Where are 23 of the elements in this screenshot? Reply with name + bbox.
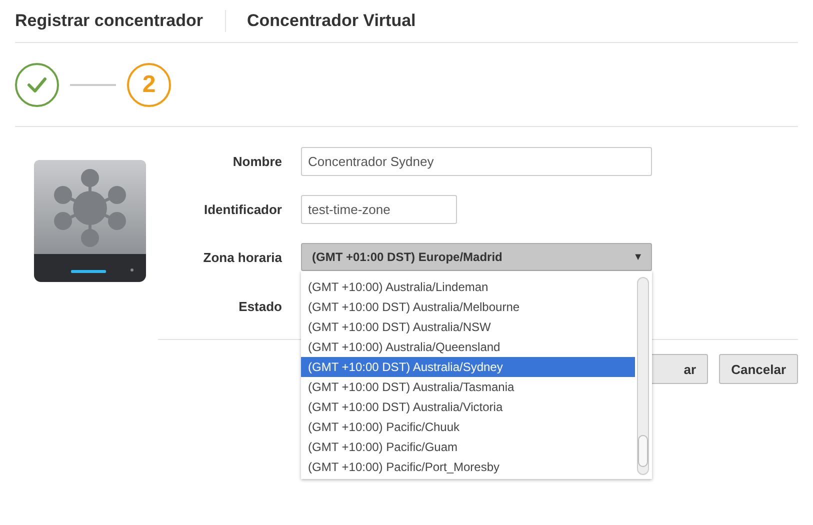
network-drive-icon [33, 160, 147, 282]
dropdown-option[interactable]: (GMT +10:00) Australia/Queensland [301, 337, 635, 357]
dropdown-option[interactable]: (GMT +10:00) Pacific/Guam [301, 437, 635, 457]
step-number: 2 [127, 62, 171, 106]
field-label: Identificador [202, 202, 282, 217]
cancel-button[interactable]: Cancelar [719, 354, 798, 384]
page-title: Registrar concentrador [15, 10, 226, 32]
dropdown-option[interactable]: (GMT +10:00 DST) Australia/NSW [301, 317, 635, 337]
dropdown-option[interactable]: (GMT +10:00) Pacific/Chuuk [301, 417, 635, 437]
dropdown-option[interactable]: (GMT +10:00) Pacific/Port_Moresby [301, 457, 635, 477]
field-label: Nombre [232, 154, 282, 169]
scrollbar[interactable] [637, 277, 649, 475]
dropdown-option[interactable]: (GMT +10:00 DST) Australia/Victoria [301, 397, 635, 417]
dropdown-option[interactable]: (GMT +10:00) Australia/Lindeman [301, 277, 635, 297]
field-label: Estado [238, 298, 282, 314]
dropdown-option[interactable]: (GMT +10:00 DST) Australia/Melbourne [301, 297, 635, 317]
input-field[interactable]: Concentrador Sydney [301, 147, 652, 176]
page-subtitle: Concentrador Virtual [246, 11, 416, 31]
dropdown-option[interactable]: (GMT +10:00 DST) Australia/Sydney [301, 357, 635, 377]
completed-step-icon [15, 62, 59, 106]
input-field[interactable]: test-time-zone [301, 195, 457, 224]
timezone-dropdown[interactable]: (GMT +01:00 DST) Europe/Madrid ▼ [301, 243, 652, 271]
field-label: Zona horaria [202, 250, 282, 265]
